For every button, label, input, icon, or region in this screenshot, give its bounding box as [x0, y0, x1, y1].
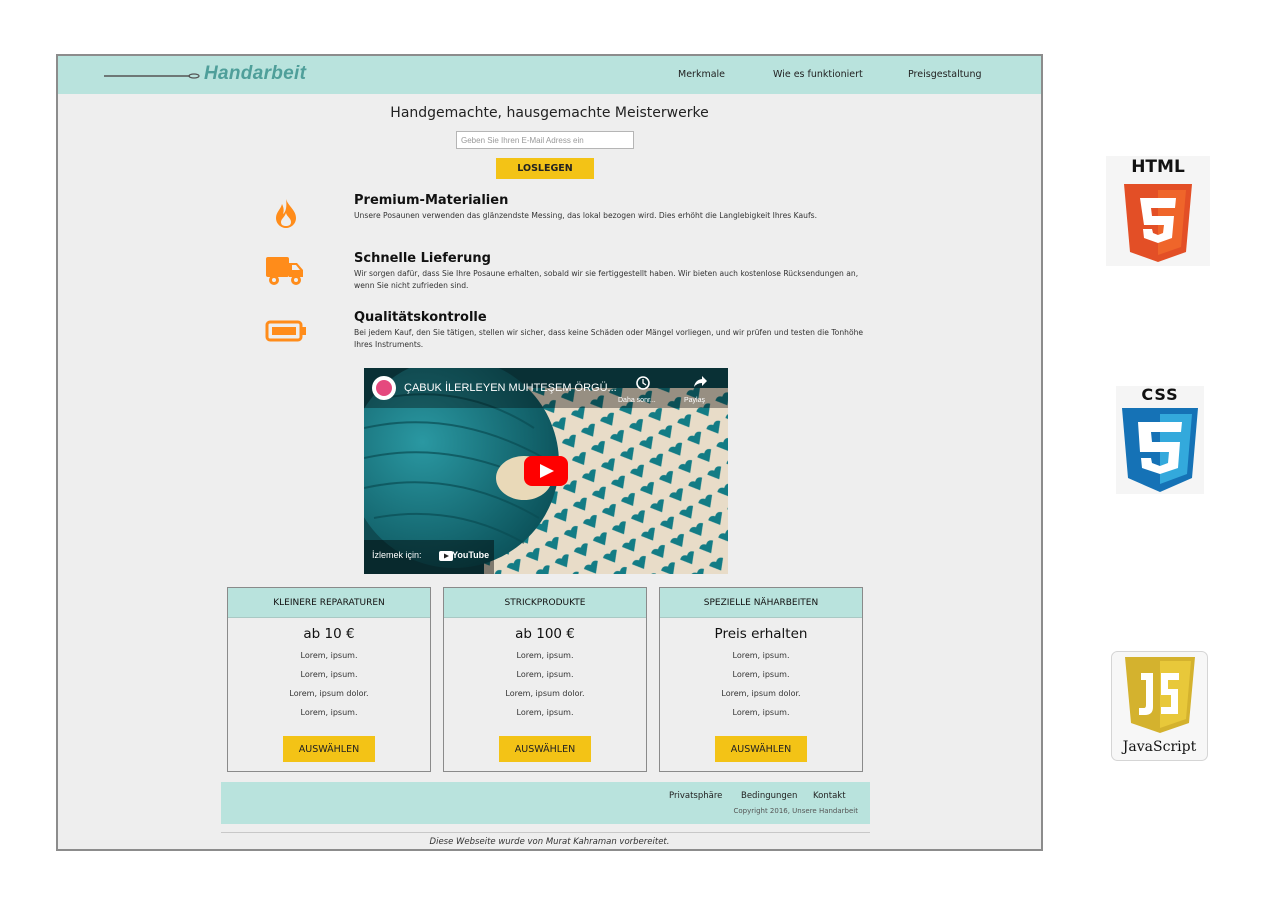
feature-text-premium: Unsere Posaunen verwenden das glänzendst… [354, 211, 818, 220]
feature-title-premium: Premium-Materialien [354, 193, 509, 208]
pricing-feature: Lorem, ipsum. [516, 708, 574, 717]
watch-on-label: İzlemek için: [372, 550, 422, 560]
pricing-card-title: KLEINERE REPARATUREN [228, 588, 430, 618]
feature-title-lieferung: Schnelle Lieferung [354, 251, 491, 266]
share-label[interactable]: Paylaş [684, 397, 705, 404]
pricing-feature: Lorem, ipsum. [516, 651, 574, 660]
pricing-feature: Lorem, ipsum dolor. [721, 689, 801, 698]
watch-later-label[interactable]: Daha sonr... [618, 397, 656, 404]
pricing-feature-list: Lorem, ipsum. Lorem, ipsum. Lorem, ipsum… [228, 646, 430, 722]
nav-link-merkmale[interactable]: Merkmale [678, 69, 725, 80]
get-started-button[interactable]: LOSLEGEN [496, 158, 594, 179]
needle-logo-icon [104, 73, 200, 79]
css-label: CSS [1141, 385, 1179, 404]
top-navbar: Handarbeit Merkmale Wie es funktioniert … [58, 56, 1041, 94]
select-button-strickprodukte[interactable]: AUSWÄHLEN [499, 736, 591, 762]
feature-text-lieferung: Wir sorgen dafür, dass Sie Ihre Posaune … [354, 269, 859, 290]
pricing-feature: Lorem, ipsum dolor. [505, 689, 585, 698]
battery-icon [265, 320, 306, 342]
video-title[interactable]: ÇABUK İLERLEYEN MUHTEŞEM ÖRGÜ... [404, 382, 617, 394]
browser-frame: Handarbeit Merkmale Wie es funktioniert … [56, 54, 1043, 851]
page-footer: Privatsphäre Bedingungen Kontakt Copyrig… [221, 782, 870, 824]
pricing-feature-list: Lorem, ipsum. Lorem, ipsum. Lorem, ipsum… [444, 646, 646, 722]
pricing-feature: Lorem, ipsum. [732, 670, 790, 679]
pricing-card-strickprodukte: STRICKPRODUKTE ab 100 € Lorem, ipsum. Lo… [443, 587, 647, 772]
select-button-naeharbeiten[interactable]: AUSWÄHLEN [715, 736, 807, 762]
pricing-feature: Lorem, ipsum. [300, 670, 358, 679]
truck-icon [266, 257, 303, 285]
footer-link-bedingungen[interactable]: Bedingungen [741, 791, 797, 801]
html5-badge: HTML [1106, 156, 1210, 266]
feature-text-qualitaet: Bei jedem Kauf, den Sie tätigen, stellen… [354, 328, 864, 349]
pricing-feature-list: Lorem, ipsum. Lorem, ipsum. Lorem, ipsum… [660, 646, 862, 722]
video-embed[interactable]: ÇABUK İLERLEYEN MUHTEŞEM ÖRGÜ... Daha so… [364, 368, 728, 574]
nav-link-wie-es-funktioniert[interactable]: Wie es funktioniert [773, 69, 863, 80]
nav-link-preisgestaltung[interactable]: Preisgestaltung [908, 69, 982, 80]
hero-headline: Handgemachte, hausgemachte Meisterwerke [390, 105, 709, 121]
copyright-text: Copyright 2016, Unsere Handarbeit [733, 807, 858, 815]
fire-icon [276, 199, 296, 228]
brand-logo[interactable]: Handarbeit [204, 63, 306, 85]
pricing-card-title: STRICKPRODUKTE [444, 588, 646, 618]
email-input[interactable] [456, 131, 634, 149]
youtube-label[interactable]: YouTube [452, 550, 489, 560]
footer-link-privatsphaere[interactable]: Privatsphäre [669, 791, 722, 801]
html-label: HTML [1131, 157, 1185, 177]
pricing-feature: Lorem, ipsum. [732, 708, 790, 717]
pricing-card-reparaturen: KLEINERE REPARATUREN ab 10 € Lorem, ipsu… [227, 587, 431, 772]
javascript-label: JavaScript [1122, 739, 1197, 755]
javascript-badge: JavaScript [1111, 651, 1208, 761]
pricing-card-price: ab 10 € [303, 626, 355, 642]
select-button-reparaturen[interactable]: AUSWÄHLEN [283, 736, 375, 762]
video-thumbnail [364, 368, 728, 574]
pricing-feature: Lorem, ipsum. [516, 670, 574, 679]
footer-link-kontakt[interactable]: Kontakt [813, 791, 846, 801]
footer-divider [221, 832, 870, 833]
pricing-card-naeharbeiten: SPEZIELLE NÄHARBEITEN Preis erhalten Lor… [659, 587, 863, 772]
pricing-card-price: Preis erhalten [714, 626, 808, 642]
pricing-card-price: ab 100 € [515, 626, 575, 642]
pricing-feature: Lorem, ipsum. [300, 651, 358, 660]
author-credit: Diese Webseite wurde von Murat Kahraman … [429, 837, 670, 847]
css3-badge: CSS [1116, 385, 1204, 494]
pricing-feature: Lorem, ipsum. [300, 708, 358, 717]
feature-title-qualitaet: Qualitätskontrolle [354, 310, 487, 325]
pricing-feature: Lorem, ipsum. [732, 651, 790, 660]
pricing-feature: Lorem, ipsum dolor. [289, 689, 369, 698]
pricing-card-title: SPEZIELLE NÄHARBEITEN [660, 588, 862, 618]
